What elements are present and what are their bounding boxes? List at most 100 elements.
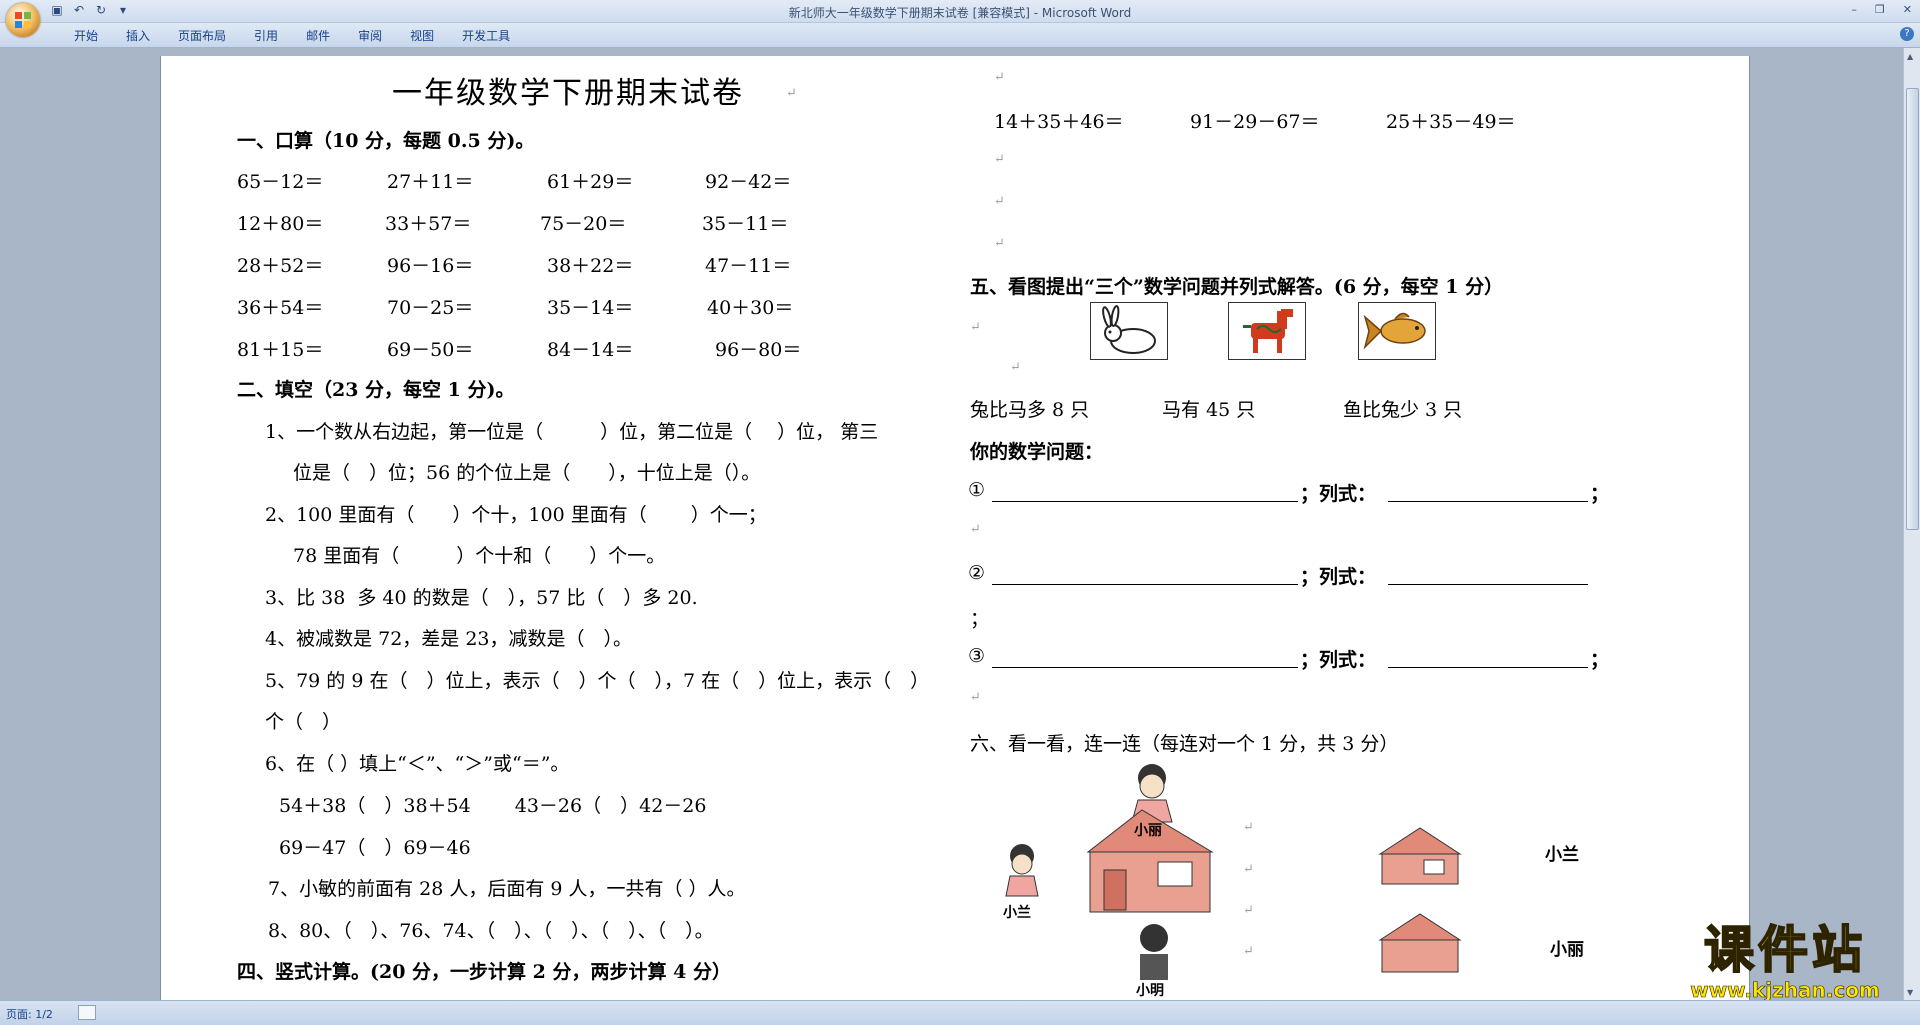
oral-calc-item: 38＋22＝ [547,255,634,277]
fill-blank-line: 2、100 里面有（ ）个十，100 里面有（ ）个一； [265,504,767,526]
paragraph-mark: ↵ [994,70,1005,85]
oral-calc-item: 40＋30＝ [707,297,794,319]
vertical-calc-item: 14＋35＋46＝ [994,111,1124,133]
scroll-up-icon[interactable]: ▲ [1907,52,1913,61]
paragraph-mark: ↵ [994,236,1005,251]
answer-line[interactable] [1388,500,1588,502]
semicolon: ； [970,608,990,630]
restore-icon[interactable]: ❐ [1875,3,1885,16]
page-indicator[interactable]: 页面: 1/2 [6,1006,53,1022]
name-label-left: 小明 [1136,983,1164,999]
section-4-heading: 四、竖式计算。(20 分，一步计算 2 分，两步计算 4 分） [237,961,731,983]
oral-calc-item: 47－11＝ [705,255,792,277]
oral-calc-item: 27＋11＝ [387,171,474,193]
fill-blank-line: 5、79 的 9 在（ ）位上，表示（ ）个（ ），7 在（ ）位上，表示（ ） [265,670,930,692]
oral-calc-item: 28＋52＝ [237,255,324,277]
matching-right-pictures [1378,827,1462,973]
paragraph-mark: ↵ [994,194,1005,209]
oral-calc-item: 36＋54＝ [237,297,324,319]
fish-icon [1363,312,1426,350]
oral-calc-item: 12＋80＝ [237,213,324,235]
house-icon [1378,913,1462,973]
formula-label: ；列式： [1300,483,1377,505]
tab-developer[interactable]: 开发工具 [448,27,524,44]
paragraph-mark: ↵ [786,86,797,101]
fill-blank-line: 54＋38（ ）38＋54 43－26（ ）42－26 [279,795,707,817]
fish-picture [1358,302,1436,360]
rabbit-picture [1090,302,1168,360]
ribbon: 开始 插入 页面布局 引用 邮件 审阅 视图 开发工具 ? [0,23,1920,48]
help-icon[interactable]: ? [1900,27,1914,41]
oral-calc-item: 35－11＝ [702,213,789,235]
rabbit-icon [1102,305,1156,354]
oral-calc-item: 65－12＝ [237,171,324,193]
paragraph-mark: ↵ [1243,903,1254,918]
tab-page-layout[interactable]: 页面布局 [164,27,240,44]
tab-view[interactable]: 视图 [396,27,448,44]
oral-calc-item: 84－14＝ [547,339,634,361]
window-title: 新北师大一年级数学下册期末试卷 [兼容模式] - Microsoft Word [788,6,1132,20]
oral-calc-item: 69－50＝ [387,339,474,361]
formula-label: ；列式： [1300,566,1377,588]
watermark-title: 课件站 [1703,921,1866,979]
fill-blank-line: 78 里面有（ ）个十和（ ）个一。 [293,545,666,567]
answer-line[interactable] [1388,666,1588,668]
oral-calc-item: 70－25＝ [387,297,474,319]
tab-review[interactable]: 审阅 [344,27,396,44]
semicolon: ； [1590,649,1610,671]
tab-references[interactable]: 引用 [240,27,292,44]
fill-blank-line: 6、在（ ）填上“＜”、“＞”或“＝”。 [265,753,570,775]
horse-icon [1243,309,1293,353]
fill-blank-line: 8、80、（ ）、76、74、（ ）、（ ）、（ ）、（ ）。 [268,920,714,942]
oral-calc-item: 81＋15＝ [237,339,324,361]
fill-blank-line: 3、比 38 多 40 的数是（ ），57 比（ ）多 20. [265,587,698,609]
fact-rabbit: 兔比马多 8 只 [970,399,1090,421]
your-question-prompt: 你的数学问题： [970,441,1104,463]
answer-line[interactable] [992,500,1298,502]
name-label-left: 小兰 [1003,905,1031,921]
vertical-calc-item: 91－29－67＝ [1190,111,1320,133]
paragraph-mark: ↵ [994,152,1005,167]
office-button[interactable] [6,3,40,37]
name-label-right: 小兰 [1545,845,1579,865]
name-label-left: 小丽 [1134,823,1162,839]
answer-line[interactable] [992,666,1298,668]
scrollbar-thumb[interactable] [1906,88,1919,530]
fill-blank-line: 位是（ ）位；56 的个位上是（ ），十位上是（）。 [293,462,761,484]
tab-mailings[interactable]: 邮件 [292,27,344,44]
watermark-url: www.kjzhan.com [1690,978,1880,1003]
ribbon-tabs: 开始 插入 页面布局 引用 邮件 审阅 视图 开发工具 [60,27,524,44]
window-controls: – ❐ ✕ [1851,3,1912,16]
fill-blank-line: 69－47（ ）69－46 [279,837,471,859]
section-1-heading: 一、口算（10 分，每题 0.5 分)。 [237,130,535,152]
matching-left-pictures [1005,764,1214,980]
question-marker-2: ② [968,562,986,584]
section-6-heading: 六、看一看，连一连（每连对一个 1 分，共 3 分） [970,733,1399,755]
proofing-icon[interactable] [78,1005,96,1020]
oral-calc-item: 61＋29＝ [547,171,634,193]
fill-blank-line: 个（ ） [265,711,342,733]
tab-home[interactable]: 开始 [60,27,112,44]
tab-insert[interactable]: 插入 [112,27,164,44]
house-icon [1378,827,1462,885]
answer-line[interactable] [992,583,1298,585]
vertical-scrollbar[interactable]: ▲ ▼ [1903,48,1920,1001]
question-marker-3: ③ [968,645,986,667]
semicolon: ； [1590,483,1610,505]
horse-picture [1228,302,1306,360]
close-icon[interactable]: ✕ [1903,3,1912,16]
question-marker-1: ① [968,479,986,501]
oral-calc-item: 92－42＝ [705,171,792,193]
status-bar: 页面: 1/2 [0,1000,1920,1025]
boy-xiaoming-icon [1140,924,1168,980]
oral-calc-item: 75－20＝ [540,213,627,235]
paragraph-mark: ↵ [970,320,981,335]
minimize-icon[interactable]: – [1851,3,1857,16]
scroll-down-icon[interactable]: ▼ [1907,988,1913,997]
office-logo-icon [15,12,31,28]
oral-calc-item: 96－80＝ [715,339,802,361]
oral-calc-item: 35－14＝ [547,297,634,319]
answer-line[interactable] [1388,583,1588,585]
paragraph-mark: ↵ [970,690,981,705]
fill-blank-line: 7、小敏的前面有 28 人，后面有 9 人，一共有（ ）人。 [268,878,746,900]
